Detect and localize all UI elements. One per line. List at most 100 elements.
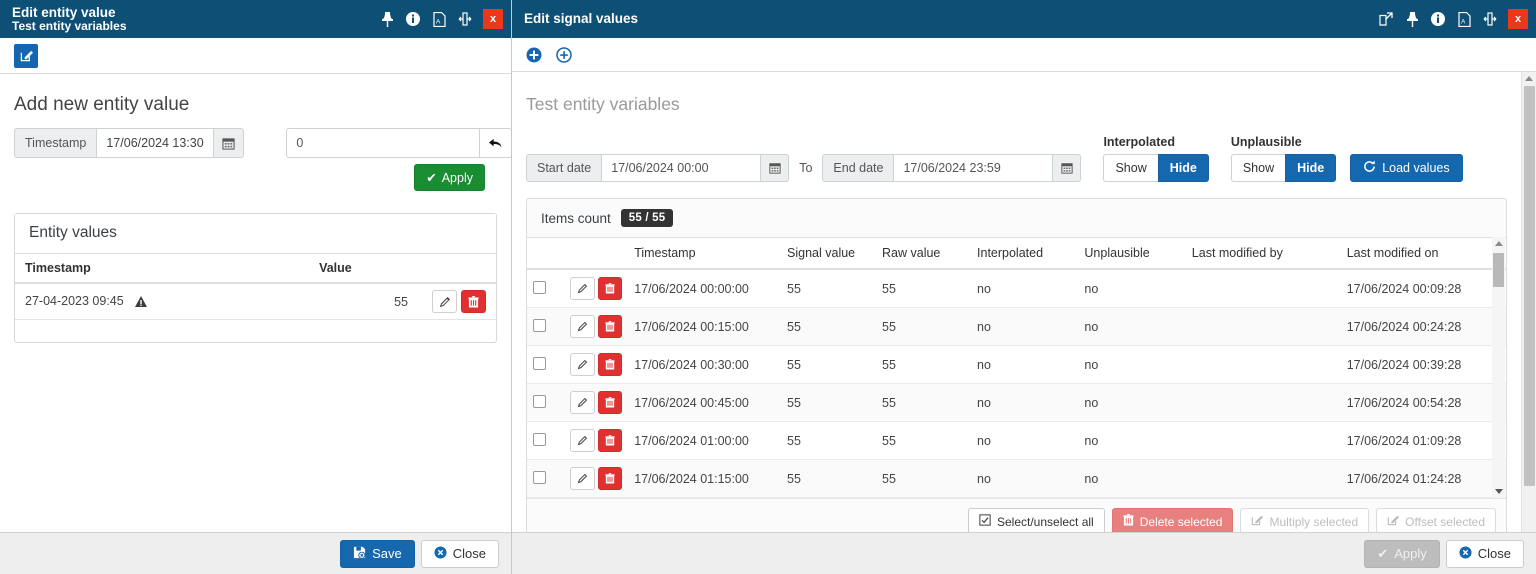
calendar-icon[interactable]: [1053, 154, 1082, 182]
col-header-unplausible: Unplausible: [1078, 237, 1186, 270]
row-checkbox[interactable]: [533, 432, 546, 446]
pdf-icon[interactable]: A: [431, 11, 447, 27]
row-actions-cell: [564, 459, 629, 498]
multiply-selected-label: Multiply selected: [1269, 514, 1359, 529]
row-checkbox[interactable]: [533, 470, 546, 484]
save-disk-icon: [353, 546, 366, 562]
timestamp-field-group: Timestamp 17/06/2024 13:30: [14, 128, 245, 158]
delete-trash-icon[interactable]: [461, 290, 486, 313]
select-unselect-all-button[interactable]: Select/unselect all: [968, 508, 1105, 532]
delete-trash-icon[interactable]: [597, 391, 623, 414]
info-icon[interactable]: [1430, 11, 1446, 27]
unplausible-show-button[interactable]: Show: [1230, 154, 1286, 182]
apply-button[interactable]: ✔ Apply: [1364, 539, 1440, 568]
col-header-last-modified-by: Last modified by: [1185, 237, 1341, 270]
left-body: Add new entity value Timestamp 17/06/202…: [0, 74, 511, 532]
external-link-icon[interactable]: [1378, 11, 1394, 27]
right-scroll-area: Test entity variables Start date 17/06/2…: [512, 72, 1536, 532]
row-unplausible: no: [1078, 383, 1186, 422]
row-signal-value: 55: [781, 307, 877, 346]
close-icon[interactable]: x: [1508, 9, 1528, 29]
row-last-modified-by: [1185, 383, 1341, 422]
row-interpolated: no: [971, 383, 1079, 422]
save-button[interactable]: Save: [340, 539, 415, 568]
calendar-icon[interactable]: [214, 128, 245, 158]
edit-pencil-icon[interactable]: [570, 429, 595, 452]
add-new-entity-value-title: Add new entity value: [14, 94, 190, 115]
unplausible-label: Unplausible: [1230, 135, 1302, 149]
add-filled-circle-icon[interactable]: [526, 47, 542, 63]
delete-trash-icon[interactable]: [597, 315, 623, 338]
close-icon[interactable]: x: [483, 9, 503, 29]
edit-signal-values-panel: Edit signal values A x Test entity varia…: [512, 0, 1536, 574]
resize-icon[interactable]: [1482, 11, 1498, 27]
multiply-selected-button[interactable]: Multiply selected: [1240, 508, 1370, 532]
interpolated-hide-button[interactable]: Hide: [1157, 154, 1209, 182]
row-interpolated: no: [971, 269, 1079, 308]
right-panel-scrollbar-thumb[interactable]: [1524, 86, 1535, 486]
offset-selected-button[interactable]: Offset selected: [1376, 508, 1496, 532]
end-date-input[interactable]: 17/06/2024 23:59: [893, 154, 1054, 182]
signal-values-body: 17/06/2024 00:00:00 55 55 no no 17/06/20…: [527, 269, 1506, 498]
row-checkbox[interactable]: [533, 356, 546, 370]
delete-selected-button[interactable]: Delete selected: [1111, 508, 1234, 532]
delete-trash-icon[interactable]: [597, 353, 623, 376]
table-row: 17/06/2024 00:45:00 55 55 no no 17/06/20…: [527, 383, 1506, 422]
timestamp-input[interactable]: 17/06/2024 13:30: [96, 128, 215, 158]
table-row: 17/06/2024 01:15:00 55 55 no no 17/06/20…: [527, 459, 1506, 498]
row-checkbox[interactable]: [533, 318, 546, 332]
row-last-modified-by: [1185, 421, 1341, 460]
calendar-icon[interactable]: [761, 154, 790, 182]
offset-selected-label: Offset selected: [1405, 514, 1485, 529]
grid-actions: Select/unselect all Delete selected Mult…: [527, 498, 1506, 532]
right-panel-subtitle: Test entity variables: [526, 94, 680, 114]
pin-icon[interactable]: [379, 11, 395, 27]
undo-arrow-icon[interactable]: [480, 128, 511, 158]
row-signal-value: 55: [781, 459, 877, 498]
load-values-button[interactable]: Load values: [1350, 154, 1463, 182]
check-icon: ✔: [426, 171, 437, 185]
scroll-up-arrow-icon[interactable]: [1525, 76, 1533, 81]
row-last-modified-by: [1185, 269, 1341, 308]
edit-pencil-icon[interactable]: [570, 315, 595, 338]
edit-pencil-icon[interactable]: [570, 353, 595, 376]
row-value: 55: [309, 283, 418, 320]
info-icon[interactable]: [405, 11, 421, 27]
row-checkbox[interactable]: [533, 394, 546, 408]
row-checkbox[interactable]: [533, 280, 546, 294]
table-scrollbar-thumb[interactable]: [1493, 253, 1504, 287]
pin-icon[interactable]: [1404, 11, 1420, 27]
row-raw-value: 55: [876, 269, 972, 308]
table-scrollbar[interactable]: [1492, 237, 1505, 498]
edit-pencil-icon[interactable]: [432, 290, 457, 313]
close-button-label: Close: [1477, 546, 1511, 561]
edit-pencil-icon[interactable]: [570, 391, 595, 414]
delete-trash-icon[interactable]: [597, 429, 623, 452]
delete-trash-icon: [1123, 514, 1134, 529]
edit-pencil-icon[interactable]: [570, 467, 595, 490]
pdf-icon[interactable]: A: [1456, 11, 1472, 27]
add-outline-circle-icon[interactable]: [556, 46, 572, 63]
row-select-cell: [527, 421, 565, 460]
signal-values-table: Timestamp Signal value Raw value Interpo…: [527, 237, 1506, 498]
delete-trash-icon[interactable]: [597, 467, 623, 490]
col-header-last-modified-on: Last modified on: [1340, 237, 1506, 270]
resize-icon[interactable]: [457, 11, 473, 27]
close-button[interactable]: Close: [1445, 539, 1524, 568]
row-select-cell: [527, 459, 565, 498]
scroll-up-arrow-icon[interactable]: [1494, 241, 1503, 246]
interpolated-show-button[interactable]: Show: [1103, 154, 1158, 182]
apply-button[interactable]: ✔ Apply: [414, 164, 485, 191]
edit-square-icon[interactable]: [14, 43, 38, 68]
right-panel-scrollbar[interactable]: [1521, 72, 1536, 532]
col-header-timestamp: Timestamp: [15, 253, 310, 284]
close-button[interactable]: Close: [420, 539, 499, 568]
entity-value-input[interactable]: 0: [286, 128, 481, 158]
end-date-label: End date: [822, 154, 894, 182]
edit-pencil-icon[interactable]: [570, 277, 595, 300]
delete-trash-icon[interactable]: [597, 277, 623, 300]
row-raw-value: 55: [876, 345, 972, 384]
scroll-down-arrow-icon[interactable]: [1494, 489, 1503, 494]
unplausible-hide-button[interactable]: Hide: [1285, 154, 1337, 182]
start-date-input[interactable]: 17/06/2024 00:00: [601, 154, 762, 182]
